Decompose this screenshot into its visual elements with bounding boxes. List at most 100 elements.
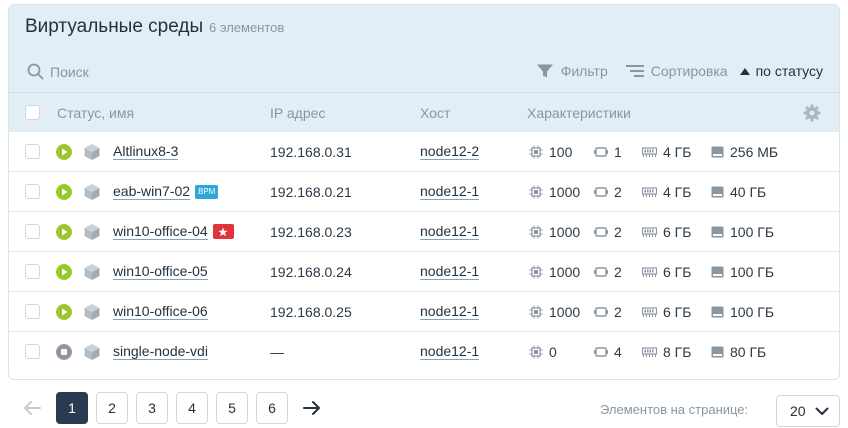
- ram-spec: 6 ГБ: [642, 304, 691, 320]
- cube-icon: [84, 224, 100, 240]
- row-checkbox[interactable]: [25, 224, 40, 239]
- disk-icon: [711, 146, 724, 158]
- disk-icon: [711, 226, 724, 238]
- page-button[interactable]: 2: [96, 392, 128, 424]
- vm-panel: Виртуальные среды 6 элементов Поиск Филь…: [8, 4, 840, 380]
- vm-name-link[interactable]: win10-office-06: [113, 303, 208, 320]
- disk-value: 100 ГБ: [730, 264, 775, 280]
- cores-icon: [594, 227, 608, 237]
- search-input[interactable]: Поиск: [27, 63, 89, 80]
- cpu-value: 1000: [549, 304, 581, 320]
- ram-value: 6 ГБ: [663, 224, 692, 240]
- page-button[interactable]: 6: [256, 392, 288, 424]
- host-link[interactable]: node12-2: [420, 143, 480, 160]
- sort-icon: [625, 65, 644, 77]
- vm-table-body: Altlinux8-3 192.168.0.31 node12-2 100 1 …: [9, 132, 839, 379]
- vm-name-link[interactable]: Altlinux8-3: [113, 143, 179, 160]
- star-badge: [212, 224, 234, 239]
- row-checkbox[interactable]: [25, 144, 40, 159]
- ram-value: 8 ГБ: [663, 344, 692, 360]
- page-button[interactable]: 4: [176, 392, 208, 424]
- vm-name-link[interactable]: win10-office-05: [113, 263, 208, 280]
- cpu-icon: [529, 145, 543, 159]
- cube-icon: [84, 344, 100, 360]
- sort-button[interactable]: Сортировка: [625, 63, 728, 79]
- host-link[interactable]: node12-1: [420, 263, 480, 280]
- ram-icon: [642, 187, 657, 197]
- cores-icon: [594, 147, 608, 157]
- cores-value: 2: [614, 264, 622, 280]
- cube-icon: [84, 184, 100, 200]
- vm-name-cell: win10-office-04: [113, 223, 234, 240]
- cores-spec: 2: [594, 184, 622, 200]
- disk-spec: 40 ГБ: [711, 184, 766, 200]
- cube-icon: [84, 144, 100, 160]
- triangle-up-icon: [739, 67, 750, 75]
- play-status-icon: [56, 304, 72, 320]
- play-status-icon: [56, 264, 72, 280]
- row-checkbox[interactable]: [25, 184, 40, 199]
- vm-name-link[interactable]: single-node-vdi: [113, 343, 208, 360]
- disk-value: 256 МБ: [730, 144, 779, 160]
- cores-spec: 4: [594, 344, 622, 360]
- ram-value: 4 ГБ: [663, 144, 692, 160]
- prev-page-arrow-icon[interactable]: [22, 400, 42, 416]
- per-page-label: Элементов на странице:: [600, 402, 749, 417]
- gear-icon[interactable]: [803, 104, 821, 122]
- cpu-icon: [529, 185, 543, 199]
- ram-icon: [642, 147, 657, 157]
- host-link[interactable]: node12-1: [420, 343, 480, 360]
- toolbar: Фильтр Сортировка по статусу: [536, 63, 823, 79]
- cube-icon: [84, 304, 100, 320]
- cores-spec: 1: [594, 144, 622, 160]
- host-link[interactable]: node12-1: [420, 303, 480, 320]
- panel-header: Виртуальные среды 6 элементов Поиск Филь…: [9, 5, 839, 132]
- cores-icon: [594, 347, 608, 357]
- disk-value: 100 ГБ: [730, 304, 775, 320]
- cores-value: 2: [614, 224, 622, 240]
- cpu-spec: 1000: [529, 264, 580, 280]
- per-page-select[interactable]: 20: [776, 395, 840, 427]
- table-row[interactable]: single-node-vdi — node12-1 0 4 8 ГБ 80 Г…: [9, 332, 839, 372]
- next-page-arrow-icon[interactable]: [302, 400, 322, 416]
- disk-spec: 100 ГБ: [711, 264, 774, 280]
- table-row[interactable]: Altlinux8-3 192.168.0.31 node12-2 100 1 …: [9, 132, 839, 172]
- vm-name-cell: single-node-vdi: [113, 343, 208, 360]
- ram-value: 4 ГБ: [663, 184, 692, 200]
- disk-icon: [711, 346, 724, 358]
- table-row[interactable]: win10-office-06 192.168.0.25 node12-1 10…: [9, 292, 839, 332]
- select-all-checkbox[interactable]: [25, 105, 40, 120]
- page-button[interactable]: 5: [216, 392, 248, 424]
- host-link[interactable]: node12-1: [420, 183, 480, 200]
- search-icon: [27, 63, 44, 80]
- table-row[interactable]: win10-office-05 192.168.0.24 node12-1 10…: [9, 252, 839, 292]
- cores-value: 4: [614, 344, 622, 360]
- vm-name-link[interactable]: eab-win7-02: [113, 183, 191, 200]
- page-button[interactable]: 1: [56, 392, 88, 424]
- chevron-down-icon: [815, 407, 829, 415]
- vm-name-link[interactable]: win10-office-04: [113, 223, 208, 240]
- sort-by-status[interactable]: по статусу: [739, 63, 823, 79]
- table-row[interactable]: eab-win7-02 ВРМ 192.168.0.21 node12-1 100…: [9, 172, 839, 212]
- table-row[interactable]: win10-office-04 192.168.0.23 node12-1 10…: [9, 212, 839, 252]
- item-count: 6 элементов: [209, 20, 285, 35]
- cores-value: 2: [614, 304, 622, 320]
- host-link[interactable]: node12-1: [420, 223, 480, 240]
- stop-status-icon: [56, 344, 72, 360]
- page-button[interactable]: 3: [136, 392, 168, 424]
- vm-name-cell: win10-office-05: [113, 263, 208, 280]
- row-checkbox[interactable]: [25, 264, 40, 279]
- sort-label: Сортировка: [650, 63, 728, 79]
- filter-button[interactable]: Фильтр: [536, 63, 608, 79]
- cores-spec: 2: [594, 224, 622, 240]
- cores-icon: [594, 267, 608, 277]
- row-checkbox[interactable]: [25, 304, 40, 319]
- cores-spec: 2: [594, 264, 622, 280]
- ram-spec: 8 ГБ: [642, 344, 691, 360]
- cpu-icon: [529, 305, 543, 319]
- row-checkbox[interactable]: [25, 344, 40, 359]
- ram-spec: 6 ГБ: [642, 224, 691, 240]
- sort-by-label: по статусу: [755, 63, 823, 79]
- column-status-name: Статус, имя: [57, 104, 135, 121]
- vm-name-cell: Altlinux8-3: [113, 143, 179, 160]
